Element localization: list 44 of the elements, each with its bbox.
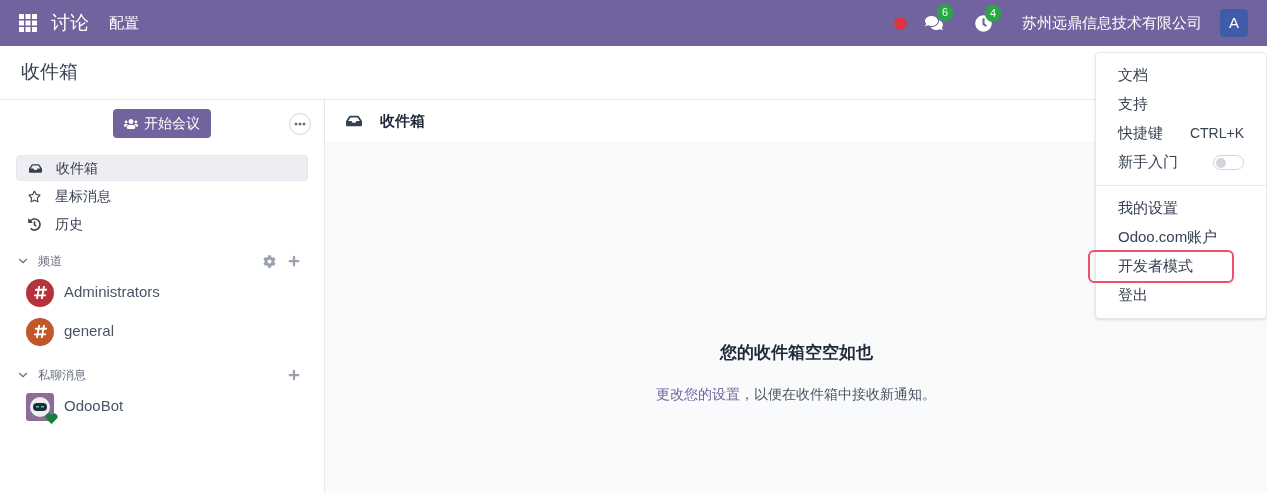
start-meeting-button[interactable]: 开始会议: [113, 109, 211, 138]
menu-item[interactable]: 文档: [1096, 61, 1266, 90]
section-title: 私聊消息: [38, 367, 86, 384]
add-icon[interactable]: [288, 255, 300, 267]
inbox-icon: [29, 161, 42, 175]
chat-item[interactable]: OdooBot: [8, 387, 316, 426]
menu-item[interactable]: 登出: [1096, 281, 1266, 310]
app-name[interactable]: 讨论: [51, 8, 89, 38]
counter-badge: 6: [937, 4, 954, 21]
breadcrumb-title: 收件箱: [21, 60, 78, 85]
settings-link[interactable]: 更改您的设置: [656, 385, 740, 402]
menu-item[interactable]: Odoo.com账户: [1096, 223, 1266, 252]
history-icon: [28, 217, 41, 231]
messages-icon[interactable]: [925, 14, 943, 32]
mailbox-item[interactable]: 星标消息: [16, 183, 308, 209]
channel-name: general: [64, 321, 115, 342]
mailbox-item[interactable]: 收件箱: [16, 155, 308, 181]
thread-title: 收件箱: [380, 110, 425, 131]
users-icon: [124, 116, 138, 131]
section-title: 频道: [38, 253, 62, 270]
user-avatar[interactable]: A: [1220, 9, 1248, 37]
empty-title: 您的收件箱空空如也: [719, 342, 873, 364]
nav-menu-item[interactable]: 配置: [109, 11, 139, 35]
settings-icon[interactable]: [263, 254, 276, 268]
menu-item[interactable]: 开发者模式: [1090, 252, 1232, 281]
counter-badge: 4: [985, 4, 1002, 22]
menu-item[interactable]: 新手入门: [1096, 148, 1266, 177]
chat-name: OdooBot: [64, 396, 124, 417]
channel-item[interactable]: Administrators: [8, 273, 316, 312]
add-icon[interactable]: [288, 369, 300, 381]
inbox-icon: [346, 113, 362, 129]
company-name[interactable]: 苏州远鼎信息技术有限公司: [1022, 11, 1202, 35]
apps-grid-icon[interactable]: [19, 14, 37, 32]
mailbox-item[interactable]: 历史: [16, 211, 308, 237]
channel-item[interactable]: general: [8, 312, 316, 351]
toggle-switch[interactable]: [1213, 155, 1244, 170]
shortcut-label: CTRL+K: [1189, 124, 1244, 143]
menu-item[interactable]: 支持: [1096, 90, 1266, 119]
starred-icon: [28, 189, 41, 203]
menu-item[interactable]: 我的设置: [1096, 194, 1266, 223]
menu-item[interactable]: 快捷键 CTRL+K: [1096, 119, 1266, 148]
empty-message: 更改您的设置，以便在收件箱中接收新通知。: [656, 384, 936, 404]
robot-avatar: [26, 392, 54, 421]
channel-name: Administrators: [64, 282, 160, 303]
